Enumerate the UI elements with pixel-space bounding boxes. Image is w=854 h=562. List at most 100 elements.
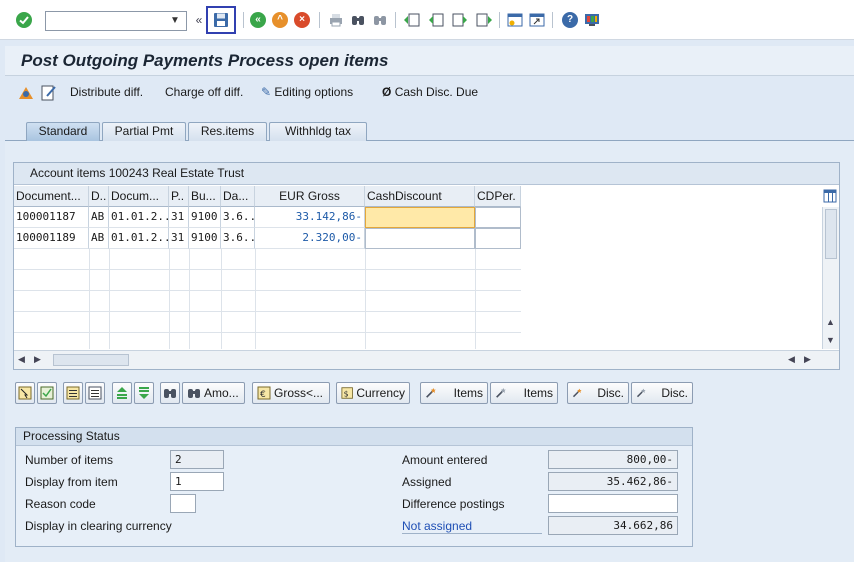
table-title: Account items 100243 Real Estate Trust — [30, 166, 245, 180]
gross-button[interactable]: € Gross<... — [252, 382, 330, 404]
help-icon[interactable]: ? — [560, 10, 580, 30]
command-field[interactable] — [45, 11, 187, 31]
account-items-table: Account items 100243 Real Estate Trust D… — [13, 162, 840, 370]
items-select-button[interactable]: Items — [420, 382, 488, 404]
cash-disc-due-label: Cash Disc. Due — [394, 85, 479, 99]
exit-icon[interactable]: ^ — [270, 10, 290, 30]
system-toolbar: ▼ « « ^ × ? — [0, 0, 854, 40]
display-from-item-field[interactable]: 1 — [170, 472, 224, 491]
table-row-1-cd-percent[interactable] — [475, 207, 521, 228]
table-row-2-document[interactable]: 100001189 — [14, 228, 89, 249]
activate-items-icon — [66, 386, 80, 400]
col-cd-percent[interactable]: CDPer. — [475, 186, 521, 207]
col-doc-date[interactable]: Docum... — [109, 186, 169, 207]
last-page-icon[interactable] — [474, 10, 494, 30]
page-title: Post Outgoing Payments Process open item… — [21, 51, 389, 70]
table-row-2-cd-percent[interactable] — [475, 228, 521, 249]
deactivate-items-icon — [88, 386, 102, 400]
assigned-label: Assigned — [402, 475, 452, 489]
activate-items-button[interactable] — [63, 382, 83, 404]
editing-options-button[interactable]: ✎ Editing options — [261, 85, 353, 99]
deactivate-items-button[interactable] — [85, 382, 105, 404]
cash-disc-due-button[interactable]: Ø Cash Disc. Due — [382, 85, 478, 99]
back-icon[interactable]: « — [248, 10, 268, 30]
print-icon[interactable] — [326, 10, 346, 30]
charge-off-diff-button[interactable]: Charge off diff. — [165, 85, 243, 99]
disc-deselect-button[interactable]: Disc. — [631, 382, 693, 404]
first-page-icon[interactable] — [402, 10, 422, 30]
not-assigned-field: 34.662,86 — [548, 516, 678, 535]
difference-postings-field[interactable] — [548, 494, 678, 513]
tab-res-items[interactable]: Res.items — [188, 122, 267, 141]
display-clearing-currency-label[interactable]: Display in clearing currency — [25, 519, 172, 533]
edit-doc-icon[interactable] — [41, 84, 57, 105]
currency-button[interactable]: $ Currency — [336, 382, 410, 404]
table-row-2-business-area: 9100 — [189, 228, 221, 249]
items-deselect-button[interactable]: Items — [490, 382, 558, 404]
deselect-all-icon — [40, 386, 54, 400]
next-page-icon[interactable] — [450, 10, 470, 30]
table-row-2-days: 3.6... — [221, 228, 255, 249]
find-next-icon[interactable] — [370, 10, 390, 30]
col-cash-discount[interactable]: CashDiscount — [365, 186, 475, 207]
horizontal-scroll-thumb[interactable] — [53, 354, 129, 366]
tab-partial-pmt[interactable]: Partial Pmt — [102, 122, 186, 141]
scroll-down-icon[interactable]: ▼ — [826, 335, 835, 345]
overview-icon[interactable] — [17, 84, 35, 105]
tab-standard[interactable]: Standard — [26, 122, 100, 141]
scroll-left-end-icon[interactable]: ◀ — [788, 354, 795, 365]
col-posting-key[interactable]: P.. — [169, 186, 189, 207]
not-assigned-label: Not assigned — [402, 519, 542, 534]
sort-ascending-button[interactable] — [112, 382, 132, 404]
scroll-right-end-icon[interactable]: ▶ — [804, 354, 811, 365]
save-icon[interactable] — [206, 6, 236, 34]
chevron-down-icon[interactable]: ▼ — [170, 15, 180, 26]
pencil-icon: ✎ — [261, 85, 272, 99]
col-business-area[interactable]: Bu... — [189, 186, 221, 207]
table-row-2-cash-discount[interactable] — [365, 228, 475, 249]
find-amount-icon — [188, 389, 200, 398]
customize-icon[interactable] — [582, 10, 602, 30]
application-toolbar: Distribute diff. Charge off diff. ✎ Edit… — [5, 80, 854, 108]
shortcut-icon[interactable] — [527, 10, 547, 30]
table-row-1-document[interactable]: 100001187 — [14, 207, 89, 228]
table-row-1-business-area: 9100 — [189, 207, 221, 228]
horizontal-scrollbar[interactable]: ◀ ▶ ◀ ▶ — [14, 350, 839, 369]
disc-select-label: Disc. — [597, 386, 624, 400]
empty-rows — [14, 249, 521, 349]
scroll-right-icon[interactable]: ▶ — [34, 354, 41, 365]
table-row-1-eur-gross: 33.142,86- — [255, 207, 365, 228]
select-all-button[interactable] — [15, 382, 35, 404]
prev-page-icon[interactable] — [426, 10, 446, 30]
tab-withhldg-tax[interactable]: Withhldg tax — [269, 122, 367, 141]
reason-code-field[interactable] — [170, 494, 196, 513]
currency-icon: $ — [341, 387, 353, 399]
search-button[interactable] — [160, 382, 180, 404]
deselect-all-button[interactable] — [37, 382, 57, 404]
vertical-scroll-thumb[interactable] — [825, 209, 837, 259]
col-doc-type[interactable]: D.. — [89, 186, 109, 207]
editing-options-label: Editing options — [274, 85, 354, 99]
gross-button-label: Gross<... — [274, 386, 324, 400]
column-config-icon[interactable] — [821, 186, 839, 206]
disc-select-button[interactable]: Disc. — [567, 382, 629, 404]
vertical-scrollbar[interactable]: ▲ ▼ — [822, 207, 839, 349]
magic-wand-icon — [572, 388, 582, 398]
scroll-up-icon[interactable]: ▲ — [826, 317, 835, 327]
table-row-1-cash-discount[interactable] — [365, 207, 475, 228]
find-icon[interactable] — [348, 10, 368, 30]
distribute-diff-button[interactable]: Distribute diff. — [70, 85, 143, 99]
col-eur-gross[interactable]: EUR Gross — [255, 186, 365, 207]
amount-entered-field: 800,00- — [548, 450, 678, 469]
enter-icon[interactable] — [14, 10, 34, 30]
col-document[interactable]: Document... — [14, 186, 89, 207]
collapse-icon[interactable]: « — [192, 10, 206, 30]
table-title-bar: Account items 100243 Real Estate Trust — [14, 163, 839, 185]
new-session-icon[interactable] — [505, 10, 525, 30]
amount-button[interactable]: Amo... — [182, 382, 245, 404]
sort-descending-button[interactable] — [134, 382, 154, 404]
cancel-icon[interactable]: × — [292, 10, 312, 30]
scroll-left-icon[interactable]: ◀ — [18, 354, 25, 365]
col-days[interactable]: Da... — [221, 186, 255, 207]
table-row-2-doc-type: AB — [89, 228, 109, 249]
